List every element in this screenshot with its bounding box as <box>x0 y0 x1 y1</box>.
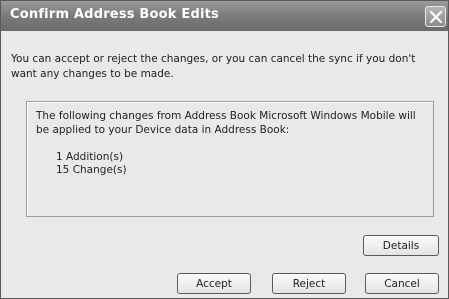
dialog-title: Confirm Address Book Edits <box>10 7 219 22</box>
close-button[interactable] <box>425 6 446 27</box>
title-bar[interactable]: Confirm Address Book Edits <box>1 1 448 31</box>
change-counts: 1 Addition(s) 15 Change(s) <box>56 151 127 177</box>
accept-button[interactable]: Accept <box>177 273 251 294</box>
confirm-address-book-edits-dialog: Confirm Address Book Edits You can accep… <box>0 0 449 299</box>
cancel-button[interactable]: Cancel <box>365 273 439 294</box>
changes-summary-panel: The following changes from Address Book … <box>26 101 434 217</box>
additions-count: 1 Addition(s) <box>56 151 124 163</box>
changes-count: 15 Change(s) <box>56 164 127 176</box>
details-button[interactable]: Details <box>363 235 439 256</box>
changes-message: The following changes from Address Book … <box>36 110 416 136</box>
reject-button[interactable]: Reject <box>272 273 346 294</box>
intro-text: You can accept or reject the changes, or… <box>11 53 416 80</box>
